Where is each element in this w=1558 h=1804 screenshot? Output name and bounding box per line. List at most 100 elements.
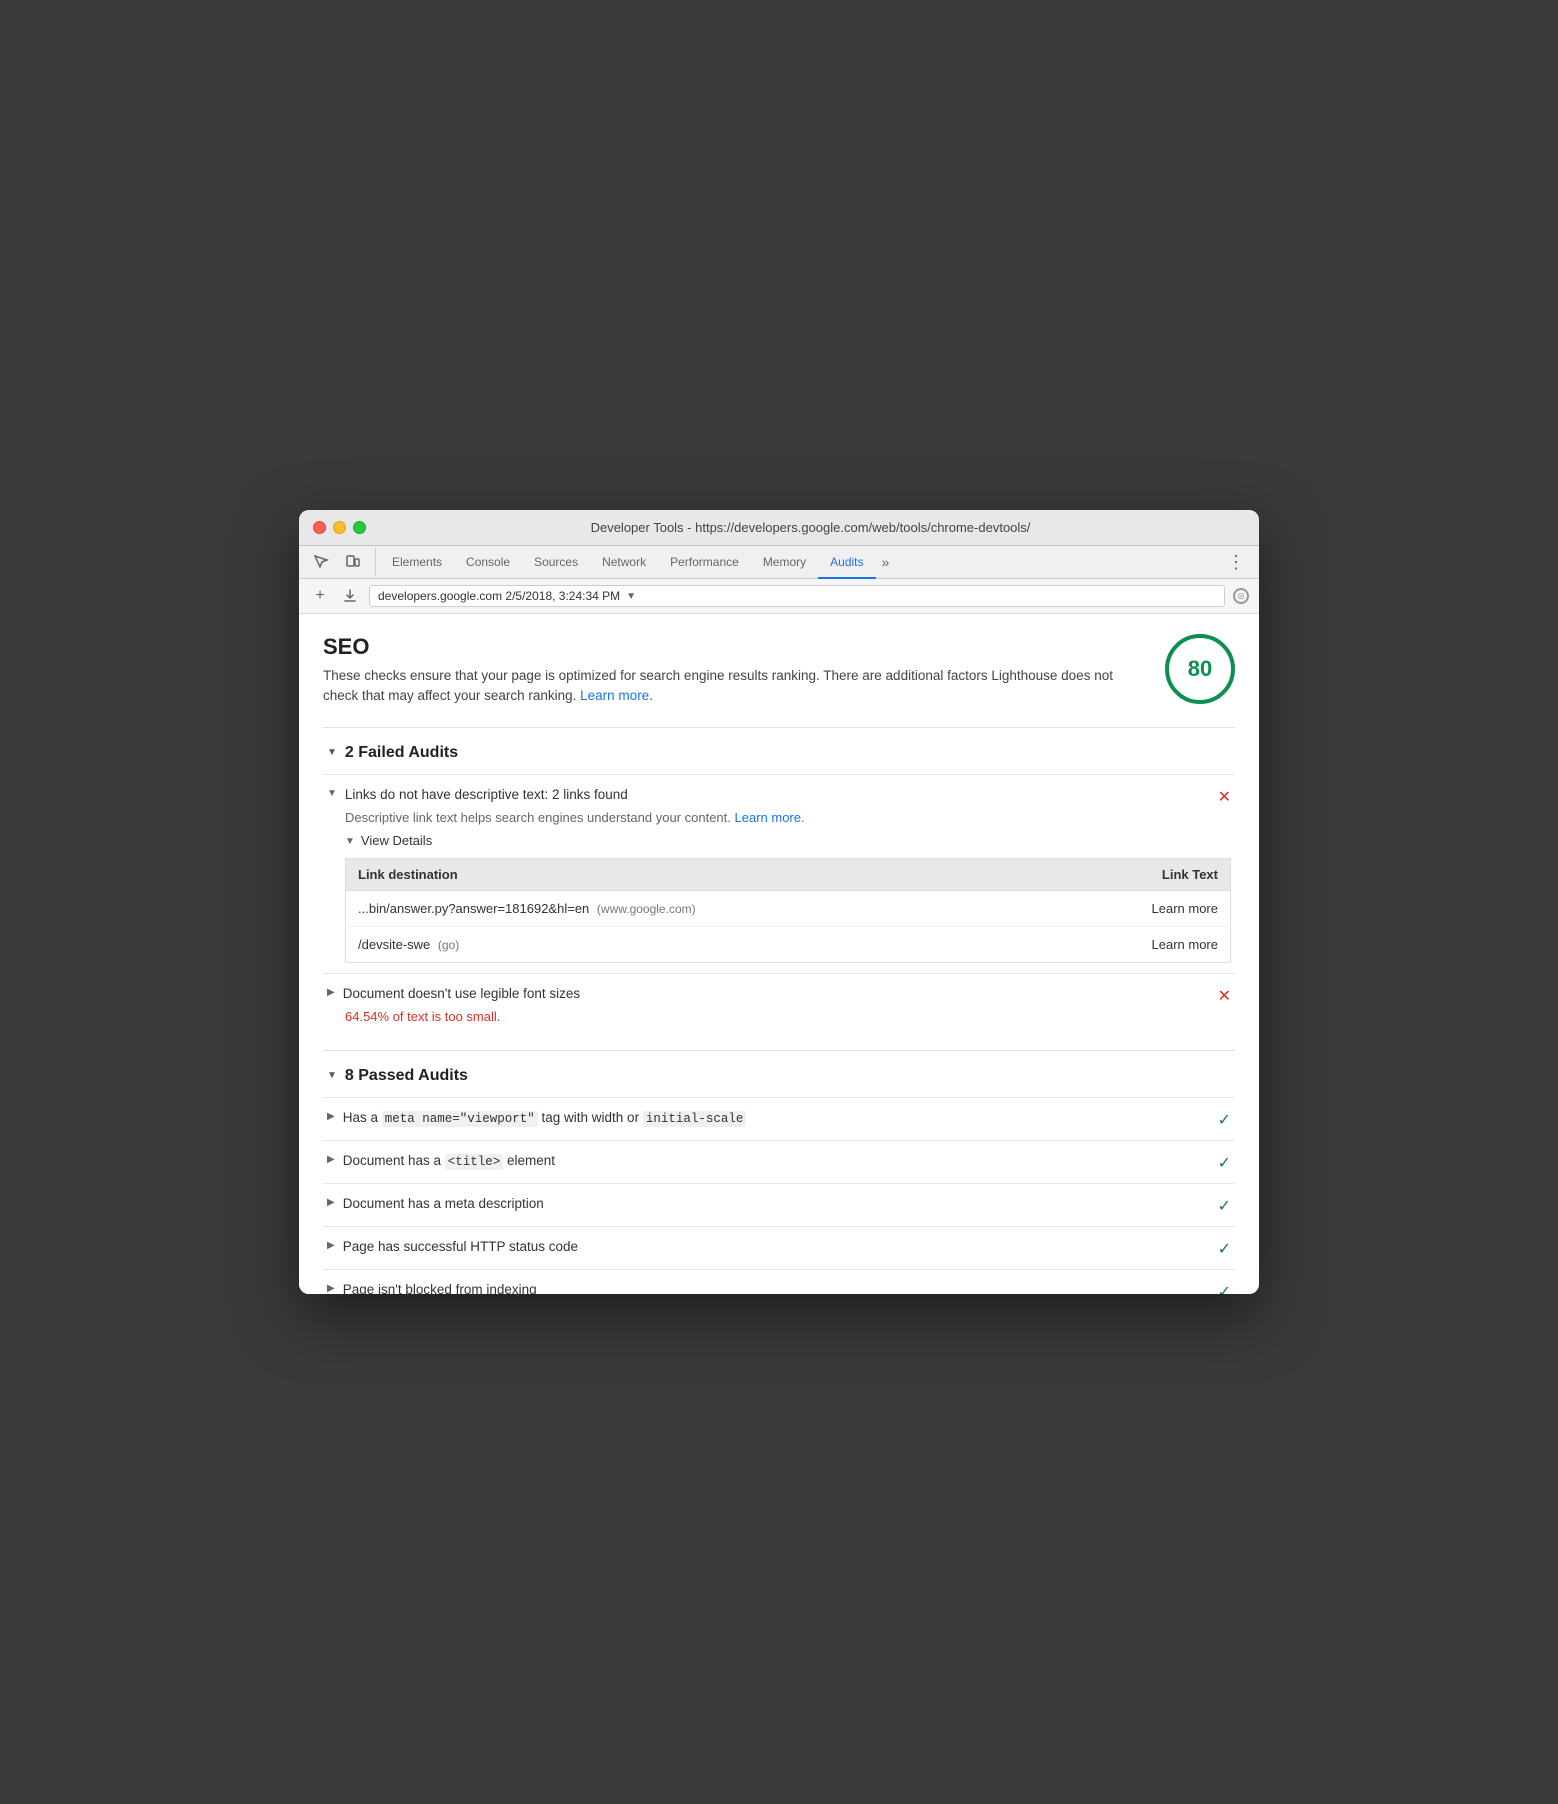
- audit-title-indexing: Page isn't blocked from indexing: [343, 1280, 537, 1295]
- audit-chevron-indexing[interactable]: ▶: [327, 1283, 335, 1294]
- passed-section-chevron: ▼: [327, 1070, 337, 1081]
- close-button[interactable]: [313, 521, 326, 534]
- table-cell-dest-2: /devsite-swe (go): [346, 926, 1053, 962]
- audit-icon-fontsize: ✕: [1218, 986, 1231, 1006]
- audit-title-title: Document has a <title> element: [343, 1151, 555, 1172]
- failed-section-chevron: ▼: [327, 747, 337, 758]
- audit-subtitle-fontsize: 64.54% of text is too small.: [327, 1009, 1231, 1024]
- tab-performance[interactable]: Performance: [658, 547, 751, 579]
- audit-chevron-http[interactable]: ▶: [327, 1240, 335, 1251]
- seo-title: SEO: [323, 634, 1145, 660]
- links-learn-more-link[interactable]: Learn more: [735, 810, 801, 825]
- failed-divider: [323, 727, 1235, 728]
- url-domain-1: (www.google.com): [597, 902, 696, 916]
- url-main-1: ...bin/answer.py?answer=181692&hl=en: [358, 901, 589, 916]
- passed-section-title: 8 Passed Audits: [345, 1067, 468, 1085]
- passed-divider: [323, 1050, 1235, 1051]
- url-dropdown-arrow[interactable]: ▼: [626, 591, 636, 602]
- audit-title-fontsize: Document doesn't use legible font sizes: [343, 984, 580, 1004]
- view-details-section: ▼ View Details Link destination Link Tex…: [327, 833, 1231, 963]
- table-cell-linktext-1: Learn more: [1053, 890, 1231, 926]
- view-details-header[interactable]: ▼ View Details: [345, 833, 1231, 848]
- audit-left-fontsize: ▶ Document doesn't use legible font size…: [327, 984, 1218, 1004]
- tab-memory[interactable]: Memory: [751, 547, 818, 579]
- device-toolbar-icon[interactable]: [339, 548, 367, 576]
- pass-icon-title: ✓: [1218, 1155, 1231, 1172]
- url-main-2: /devsite-swe: [358, 937, 430, 952]
- seo-header: SEO These checks ensure that your page i…: [323, 634, 1235, 707]
- failed-section-header[interactable]: ▼ 2 Failed Audits: [323, 744, 1235, 762]
- inspect-icon[interactable]: [307, 548, 335, 576]
- audit-item-http: ▶ Page has successful HTTP status code ✓: [323, 1226, 1235, 1269]
- audit-icon-indexing: ✓: [1218, 1282, 1231, 1295]
- audit-left-title: ▶ Document has a <title> element: [327, 1151, 1218, 1172]
- audit-left-meta-desc: ▶ Document has a meta description: [327, 1194, 1218, 1214]
- table-col-destination: Link destination: [346, 858, 1053, 890]
- audit-row-title: ▶ Document has a <title> element ✓: [327, 1151, 1231, 1173]
- devtools-window: Developer Tools - https://developers.goo…: [299, 510, 1259, 1294]
- audit-row-http: ▶ Page has successful HTTP status code ✓: [327, 1237, 1231, 1259]
- audit-title-meta-desc: Document has a meta description: [343, 1194, 544, 1214]
- window-title: Developer Tools - https://developers.goo…: [376, 520, 1245, 535]
- audit-item-viewport: ▶ Has a meta name="viewport" tag with wi…: [323, 1097, 1235, 1140]
- pass-icon-http: ✓: [1218, 1241, 1231, 1258]
- table-col-linktext: Link Text: [1053, 858, 1231, 890]
- tab-sources[interactable]: Sources: [522, 547, 590, 579]
- tab-more-icon[interactable]: »: [876, 546, 896, 578]
- tab-elements[interactable]: Elements: [380, 547, 454, 579]
- audit-row-links: ▼ Links do not have descriptive text: 2 …: [327, 785, 1231, 807]
- audit-icon-viewport: ✓: [1218, 1110, 1231, 1130]
- fail-icon-links: ✕: [1218, 789, 1231, 806]
- audit-chevron-viewport[interactable]: ▶: [327, 1111, 335, 1122]
- audit-row-fontsize: ▶ Document doesn't use legible font size…: [327, 984, 1231, 1006]
- audit-left-links: ▼ Links do not have descriptive text: 2 …: [327, 785, 1218, 805]
- audit-chevron-links[interactable]: ▼: [327, 788, 337, 799]
- table-cell-linktext-2: Learn more: [1053, 926, 1231, 962]
- view-details-label: View Details: [361, 833, 432, 848]
- url-text: developers.google.com 2/5/2018, 3:24:34 …: [378, 589, 620, 603]
- audit-chevron-fontsize[interactable]: ▶: [327, 987, 335, 998]
- maximize-button[interactable]: [353, 521, 366, 534]
- pass-icon-indexing: ✓: [1218, 1284, 1231, 1295]
- add-button[interactable]: +: [309, 585, 331, 607]
- seo-title-section: SEO These checks ensure that your page i…: [323, 634, 1165, 707]
- audit-item-fontsize: ▶ Document doesn't use legible font size…: [323, 973, 1235, 1034]
- link-details-table: Link destination Link Text ...bin/answer…: [345, 858, 1231, 963]
- audit-chevron-title[interactable]: ▶: [327, 1154, 335, 1165]
- url-bar[interactable]: developers.google.com 2/5/2018, 3:24:34 …: [369, 585, 1225, 607]
- passed-section-header[interactable]: ▼ 8 Passed Audits: [323, 1067, 1235, 1085]
- audit-icon-title: ✓: [1218, 1153, 1231, 1173]
- tab-menu-icon[interactable]: ⋮: [1221, 548, 1251, 577]
- main-content: SEO These checks ensure that your page i…: [299, 614, 1259, 1294]
- audit-title-viewport: Has a meta name="viewport" tag with widt…: [343, 1108, 747, 1129]
- audit-icon-meta-desc: ✓: [1218, 1196, 1231, 1216]
- view-details-chevron: ▼: [345, 836, 355, 847]
- failed-section-title: 2 Failed Audits: [345, 744, 458, 762]
- tab-audits[interactable]: Audits: [818, 547, 875, 579]
- audit-row-indexing: ▶ Page isn't blocked from indexing ✓: [327, 1280, 1231, 1295]
- audit-item-indexing: ▶ Page isn't blocked from indexing ✓: [323, 1269, 1235, 1295]
- seo-learn-more-link[interactable]: Learn more: [580, 688, 649, 703]
- seo-score: 80: [1188, 656, 1212, 682]
- audit-title-links: Links do not have descriptive text: 2 li…: [345, 785, 628, 805]
- traffic-lights: [313, 521, 366, 534]
- audit-chevron-meta-desc[interactable]: ▶: [327, 1197, 335, 1208]
- audit-row-viewport: ▶ Has a meta name="viewport" tag with wi…: [327, 1108, 1231, 1130]
- dt-icon-group: [307, 548, 376, 576]
- table-row: /devsite-swe (go) Learn more: [346, 926, 1231, 962]
- pass-icon-meta-desc: ✓: [1218, 1198, 1231, 1215]
- audit-item-links: ▼ Links do not have descriptive text: 2 …: [323, 774, 1235, 973]
- download-button[interactable]: [339, 585, 361, 607]
- no-cache-icon[interactable]: ⊘: [1233, 588, 1249, 604]
- tab-network[interactable]: Network: [590, 547, 658, 579]
- audit-left-indexing: ▶ Page isn't blocked from indexing: [327, 1280, 1218, 1295]
- minimize-button[interactable]: [333, 521, 346, 534]
- seo-score-circle: 80: [1165, 634, 1235, 704]
- audit-item-meta-desc: ▶ Document has a meta description ✓: [323, 1183, 1235, 1226]
- tab-console[interactable]: Console: [454, 547, 522, 579]
- audit-icon-links: ✕: [1218, 787, 1231, 807]
- audit-left-http: ▶ Page has successful HTTP status code: [327, 1237, 1218, 1257]
- seo-description: These checks ensure that your page is op…: [323, 666, 1145, 707]
- table-cell-dest-1: ...bin/answer.py?answer=181692&hl=en (ww…: [346, 890, 1053, 926]
- audit-icon-http: ✓: [1218, 1239, 1231, 1259]
